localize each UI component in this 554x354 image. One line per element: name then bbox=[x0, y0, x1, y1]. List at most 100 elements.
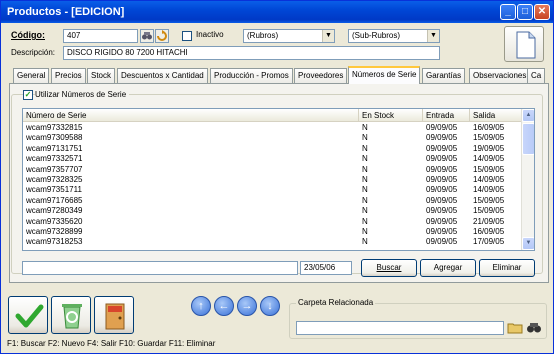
table-cell: wcam97332571 bbox=[26, 154, 83, 164]
inactivo-label: Inactivo bbox=[196, 30, 224, 39]
table-cell: N bbox=[362, 133, 368, 143]
table-cell: N bbox=[362, 185, 368, 195]
arrow-up-icon[interactable]: ↑ bbox=[191, 296, 211, 316]
col-numero-serie[interactable]: Número de Serie bbox=[23, 109, 359, 122]
table-row[interactable]: wcam97176685 N 09/09/05 15/09/05 bbox=[23, 196, 523, 206]
table-cell: 15/09/05 bbox=[473, 133, 505, 143]
tab-observaciones[interactable]: Observaciones bbox=[469, 68, 531, 83]
document-button[interactable] bbox=[504, 26, 544, 62]
serial-search-input[interactable] bbox=[22, 261, 298, 275]
table-cell: wcam97328325 bbox=[26, 175, 83, 184]
agregar-button[interactable]: Agregar bbox=[420, 259, 476, 277]
scroll-thumb[interactable] bbox=[522, 123, 534, 155]
tab-descuentos[interactable]: Descuentos x Cantidad bbox=[117, 68, 208, 83]
table-cell: wcam97357707 bbox=[26, 164, 83, 174]
inactivo-checkbox[interactable] bbox=[182, 31, 192, 41]
list-scrollbar[interactable]: ▲ ▼ bbox=[521, 109, 534, 250]
maximize-button[interactable]: □ bbox=[517, 4, 533, 20]
binoculars-icon[interactable] bbox=[526, 320, 542, 335]
rubros-select[interactable]: (Rubros) ▼ bbox=[243, 29, 335, 43]
table-cell: 17/09/05 bbox=[473, 237, 505, 247]
table-cell: wcam97309588 bbox=[26, 133, 83, 143]
table-row[interactable]: wcam97280349 N 09/09/05 15/09/05 bbox=[23, 206, 523, 216]
tab-ca[interactable]: Ca bbox=[527, 68, 546, 83]
table-cell: wcam97176685 bbox=[26, 195, 83, 205]
carpeta-input[interactable] bbox=[296, 321, 504, 335]
minimize-button[interactable]: _ bbox=[500, 4, 516, 20]
exit-button[interactable] bbox=[94, 296, 134, 334]
refresh-icon[interactable] bbox=[155, 29, 169, 43]
table-row[interactable]: wcam97328899 N 09/09/05 16/09/05 bbox=[23, 227, 523, 237]
table-cell: 19/09/05 bbox=[473, 143, 505, 153]
table-row[interactable]: wcam97351711 N 09/09/05 14/09/05 bbox=[23, 185, 523, 195]
table-row[interactable]: wcam97328325 N 09/09/05 14/09/05 bbox=[23, 175, 523, 185]
arrow-left-icon[interactable]: ← bbox=[214, 296, 234, 316]
utilizar-serie-checkbox[interactable]: ✓ bbox=[23, 90, 33, 100]
table-cell: wcam97328899 bbox=[26, 227, 83, 236]
descripcion-input[interactable]: DISCO RIGIDO 80 7200 HITACHI bbox=[63, 46, 440, 60]
serial-list[interactable]: Número de Serie En Stock Entrada Salida … bbox=[22, 108, 535, 251]
col-entrada[interactable]: Entrada bbox=[423, 109, 470, 122]
title-bar[interactable]: Productos - [EDICION] bbox=[1, 1, 553, 23]
subrubros-select[interactable]: (Sub-Rubros) ▼ bbox=[348, 29, 440, 43]
table-cell: N bbox=[362, 164, 368, 174]
table-cell: wcam97335620 bbox=[26, 216, 83, 226]
table-cell: 09/09/05 bbox=[426, 237, 458, 247]
utilizar-serie-label: Utilizar Números de Serie bbox=[35, 90, 130, 99]
tab-precios[interactable]: Precios bbox=[51, 68, 86, 83]
table-cell: 16/09/05 bbox=[473, 123, 505, 132]
arrow-right-icon[interactable]: → bbox=[237, 296, 257, 316]
table-cell: N bbox=[362, 123, 368, 132]
table-cell: N bbox=[362, 227, 368, 236]
table-cell: 15/09/05 bbox=[473, 206, 505, 216]
table-cell: 09/09/05 bbox=[426, 164, 458, 174]
table-cell: N bbox=[362, 216, 368, 226]
tab-produccion[interactable]: Producción - Promos bbox=[210, 68, 293, 83]
exit-door-icon bbox=[105, 303, 125, 330]
table-row[interactable]: wcam97318253 N 09/09/05 17/09/05 bbox=[23, 237, 523, 247]
table-row[interactable]: wcam97332815 N 09/09/05 16/09/05 bbox=[23, 123, 523, 133]
table-cell: wcam97318253 bbox=[26, 237, 83, 247]
tab-general[interactable]: General bbox=[13, 68, 50, 83]
scroll-up-icon[interactable]: ▲ bbox=[522, 109, 534, 122]
table-cell: wcam97131751 bbox=[26, 143, 83, 153]
recycle-button[interactable] bbox=[51, 296, 91, 334]
chevron-down-icon[interactable]: ▼ bbox=[322, 30, 334, 42]
col-en-stock[interactable]: En Stock bbox=[359, 109, 423, 122]
table-row[interactable]: wcam97309588 N 09/09/05 15/09/05 bbox=[23, 133, 523, 143]
table-row[interactable]: wcam97357707 N 09/09/05 15/09/05 bbox=[23, 165, 523, 175]
table-cell: N bbox=[362, 175, 368, 184]
table-cell: N bbox=[362, 206, 368, 216]
productos-window: Productos - [EDICION] _ □ ✕ Código: 407 … bbox=[0, 0, 554, 354]
eliminar-button[interactable]: Eliminar bbox=[479, 259, 535, 277]
list-header: Número de Serie En Stock Entrada Salida bbox=[23, 109, 523, 122]
table-cell: wcam97351711 bbox=[26, 185, 82, 195]
binoculars-icon[interactable] bbox=[140, 29, 154, 43]
table-row[interactable]: wcam97131751 N 09/09/05 19/09/05 bbox=[23, 144, 523, 154]
scroll-down-icon[interactable]: ▼ bbox=[522, 237, 534, 250]
document-icon bbox=[516, 31, 536, 59]
table-cell: 15/09/05 bbox=[473, 164, 505, 174]
table-cell: N bbox=[362, 195, 368, 205]
table-row[interactable]: wcam97332571 N 09/09/05 14/09/05 bbox=[23, 154, 523, 164]
subrubros-value: (Sub-Rubros) bbox=[352, 31, 401, 40]
folder-icon[interactable] bbox=[507, 320, 523, 335]
buscar-button[interactable]: Buscar bbox=[361, 259, 417, 277]
table-cell: 14/09/05 bbox=[473, 175, 505, 184]
close-button[interactable]: ✕ bbox=[534, 4, 550, 20]
date-input[interactable]: 23/05/06 bbox=[300, 261, 352, 275]
arrow-down-icon[interactable]: ↓ bbox=[260, 296, 280, 316]
tab-garantias[interactable]: Garantías bbox=[422, 68, 466, 83]
table-cell: N bbox=[362, 237, 368, 247]
window-title: Productos - [EDICION] bbox=[7, 6, 125, 18]
table-cell: 09/09/05 bbox=[426, 195, 458, 205]
table-row[interactable]: wcam97335620 N 09/09/05 21/09/05 bbox=[23, 217, 523, 227]
codigo-input[interactable]: 407 bbox=[63, 29, 138, 43]
tab-proveedores[interactable]: Proveedores bbox=[294, 68, 348, 83]
tab-numeros-serie[interactable]: Números de Serie bbox=[348, 66, 421, 84]
chevron-down-icon[interactable]: ▼ bbox=[427, 30, 439, 42]
col-salida[interactable]: Salida bbox=[470, 109, 523, 122]
tab-stock[interactable]: Stock bbox=[87, 68, 116, 83]
save-button[interactable] bbox=[8, 296, 48, 334]
table-cell: 09/09/05 bbox=[426, 143, 458, 153]
